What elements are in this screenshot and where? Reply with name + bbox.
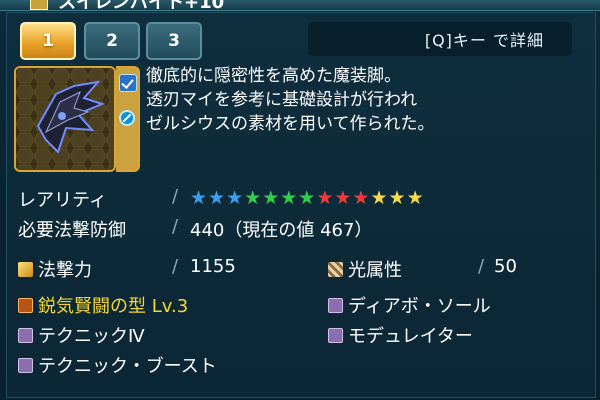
rarity-star-icon: ★ — [334, 187, 352, 209]
divider-slash: / — [172, 256, 179, 277]
rarity-star-icon: ★ — [388, 187, 406, 209]
rarity-star-icon: ★ — [370, 187, 388, 209]
item-status-icons — [116, 66, 140, 172]
special-ability-icon — [18, 298, 33, 313]
light-element-icon — [328, 262, 343, 277]
item-description: 徹底的に隠密性を高めた魔装脚。 透刃マイを参考に基礎設計が行われ ゼルシウスの素… — [146, 64, 586, 136]
requirement-label: 必要法撃防御 — [18, 220, 126, 241]
description-line: 徹底的に隠密性を高めた魔装脚。 — [146, 66, 401, 86]
ability-row: ディアボ・ソール — [328, 292, 491, 318]
tab-1[interactable]: 1 — [20, 22, 76, 60]
ability-row: テクニックⅣ — [18, 322, 145, 348]
rarity-star-icon: ★ — [262, 187, 280, 209]
ability-label: ディアボ・ソール — [348, 296, 491, 317]
item-title: スイレンバイト+10 — [58, 0, 225, 11]
rarity-star-icon: ★ — [190, 187, 208, 209]
tab-2[interactable]: 2 — [84, 22, 140, 60]
rarity-star-icon: ★ — [352, 187, 370, 209]
ability-row: テクニック・ブースト — [18, 352, 217, 378]
ability-icon — [328, 328, 343, 343]
window-title-bar: スイレンバイト+10 — [0, 0, 600, 11]
rarity-star-icon: ★ — [406, 187, 424, 209]
ability-row: モデュレイター — [328, 322, 473, 348]
light-attribute-value: 50 — [494, 256, 517, 277]
rarity-star-icon: ★ — [226, 187, 244, 209]
rarity-star-icon: ★ — [280, 187, 298, 209]
ability-label: テクニックⅣ — [38, 326, 145, 347]
special-ability-label: 鋭気賢闘の型 Lv.3 — [38, 296, 189, 317]
description-line: 透刃マイを参考に基礎設計が行われ — [146, 90, 418, 110]
divider-slash: / — [478, 256, 485, 277]
ability-icon — [18, 358, 33, 373]
rear-weapon-icon — [16, 68, 114, 170]
detail-button[interactable]: [Q]キー で詳細 — [308, 22, 572, 56]
ability-icon — [18, 328, 33, 343]
weapon-category-icon — [30, 0, 48, 10]
tech-attack-label: 法撃力 — [38, 260, 92, 281]
tab-3[interactable]: 3 — [146, 22, 202, 60]
special-ability-row: 鋭気賢闘の型 Lv.3 — [18, 292, 188, 318]
rarity-star-icon: ★ — [208, 187, 226, 209]
description-line: ゼルシウスの素材を用いて作られた。 — [146, 114, 435, 134]
requirement-value: 440（現在の値 467） — [190, 220, 373, 241]
no-entry-icon — [119, 110, 135, 126]
rarity-star-icon: ★ — [298, 187, 316, 209]
rarity-stars: ★ ★ ★ ★ ★ ★ ★ ★ ★ ★ ★ ★ ★ — [190, 186, 424, 210]
ability-label: テクニック・ブースト — [38, 356, 217, 377]
ability-label: モデュレイター — [348, 326, 473, 347]
item-image — [14, 66, 116, 172]
rarity-star-icon: ★ — [244, 187, 262, 209]
rarity-label: レアリティ — [18, 190, 107, 211]
checkmark-icon — [119, 74, 137, 92]
light-attribute-row: 光属性 — [328, 256, 402, 282]
attack-icon — [18, 262, 33, 277]
tech-attack-row: 法撃力 — [18, 256, 92, 282]
light-attribute-label: 光属性 — [348, 260, 402, 281]
ability-icon — [328, 298, 343, 313]
divider-slash: / — [172, 216, 179, 237]
tech-attack-value: 1155 — [190, 256, 236, 277]
rarity-star-icon: ★ — [316, 187, 334, 209]
divider-slash: / — [172, 186, 179, 207]
